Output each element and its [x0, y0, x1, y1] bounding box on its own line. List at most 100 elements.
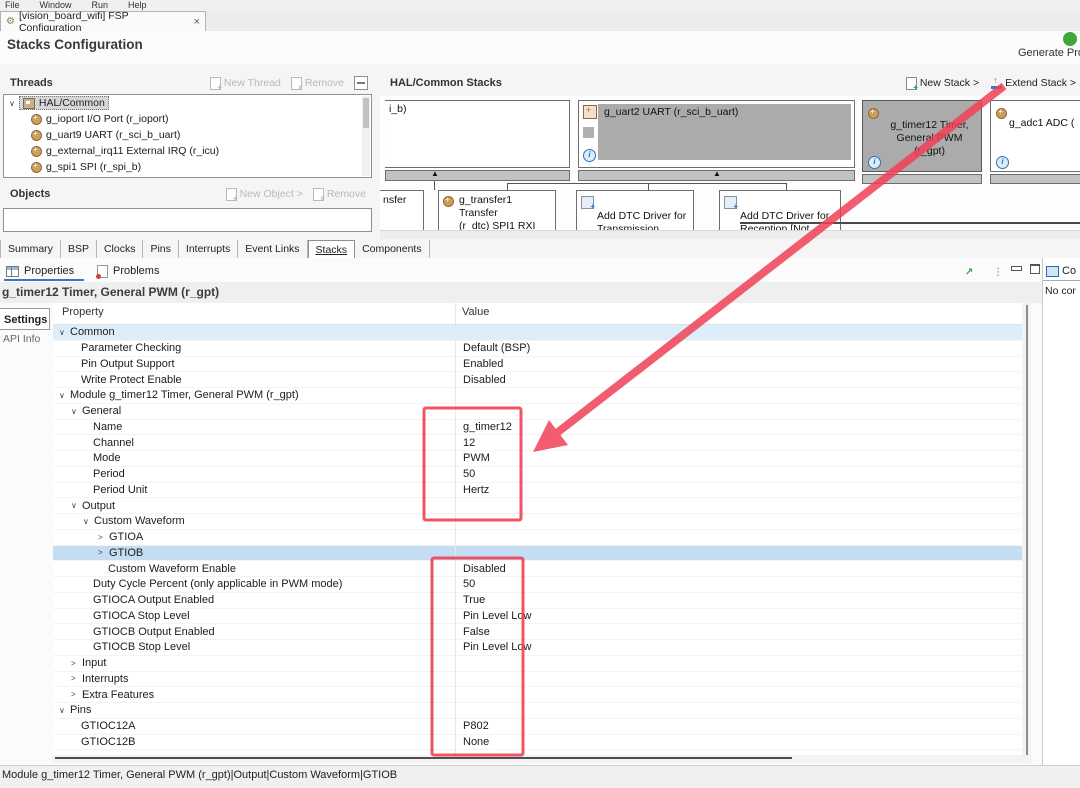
close-icon[interactable]: ×	[194, 16, 200, 28]
property-vscrollbar-thumb[interactable]	[1026, 305, 1028, 755]
collapse-icon[interactable]: ∨	[9, 99, 15, 108]
new-stack-button[interactable]: New Stack >	[906, 77, 979, 90]
menu-file[interactable]: File	[5, 0, 20, 10]
property-value[interactable]: Disabled	[456, 374, 506, 386]
side-tab-api-info[interactable]: API Info	[3, 333, 40, 345]
sub-stack-block-add-dtc-rx[interactable]: Add DTC Driver for Reception [Not	[719, 190, 841, 234]
config-tab-summary[interactable]: Summary	[0, 240, 61, 258]
property-value[interactable]: g_timer12	[456, 421, 512, 433]
config-tab-bsp[interactable]: BSP	[61, 240, 97, 258]
scrollbar-thumb[interactable]	[363, 98, 369, 128]
expand-icon[interactable]: >	[98, 548, 106, 557]
config-tab-stacks[interactable]: Stacks	[308, 240, 356, 258]
property-value[interactable]: 50	[456, 468, 475, 480]
expand-icon[interactable]: >	[98, 533, 106, 542]
info-icon[interactable]	[583, 149, 596, 162]
new-thread-button[interactable]: New Thread	[210, 77, 281, 90]
property-row[interactable]: Parameter CheckingDefault (BSP)	[53, 341, 1031, 357]
thread-stack-item[interactable]: g_ioport I/O Port (r_ioport)	[4, 111, 371, 127]
property-value[interactable]: 12	[456, 437, 475, 449]
expand-icon[interactable]: >	[71, 659, 79, 668]
connector-triangle[interactable]: ▲	[431, 169, 439, 179]
property-row[interactable]: GTIOCB Output EnabledFalse	[53, 624, 1031, 640]
property-row[interactable]: GTIOC12AP802	[53, 719, 1031, 735]
sub-stack-block-add-dtc-tx[interactable]: Add DTC Driver for Transmission	[576, 190, 694, 234]
property-value[interactable]: PWM	[456, 452, 490, 464]
property-row[interactable]: ∨Common	[53, 325, 1031, 341]
property-row[interactable]: ∨Custom Waveform	[53, 514, 1031, 530]
property-value[interactable]: 50	[456, 578, 475, 590]
collapse-icon[interactable]: ∨	[59, 706, 67, 715]
menu-run[interactable]: Run	[92, 0, 109, 10]
thread-stack-item[interactable]: g_spi1 SPI (r_spi_b)	[4, 159, 371, 175]
property-row[interactable]: Period50	[53, 467, 1031, 483]
property-row[interactable]: >Interrupts	[53, 672, 1031, 688]
property-row[interactable]: Channel12	[53, 435, 1031, 451]
property-value[interactable]: Default (BSP)	[456, 342, 530, 354]
remove-thread-button[interactable]: Remove	[291, 77, 344, 90]
connector-triangle[interactable]: ▲	[713, 169, 721, 179]
config-tab-event-links[interactable]: Event Links	[238, 240, 307, 258]
console-tab-label[interactable]: Co	[1062, 265, 1076, 277]
property-value[interactable]: Pin Level Low	[456, 610, 532, 622]
config-tab-clocks[interactable]: Clocks	[97, 240, 144, 258]
property-row[interactable]: ModePWM	[53, 451, 1031, 467]
generate-project-label[interactable]: Generate Pro	[1018, 47, 1080, 59]
property-value[interactable]: None	[456, 736, 489, 748]
collapse-icon[interactable]: ∨	[71, 407, 79, 416]
stack-block-partial[interactable]: i_b)	[385, 100, 570, 168]
stack-block-g-uart2[interactable]: g_uart2 UART (r_sci_b_uart)	[578, 100, 855, 168]
menu-window[interactable]: Window	[40, 0, 72, 10]
editor-tab-fsp-configuration[interactable]: ⚙ [vision_board_wifi] FSP Configuration …	[0, 11, 206, 31]
property-row[interactable]: GTIOC12BNone	[53, 735, 1031, 751]
side-tab-settings[interactable]: Settings	[0, 308, 50, 330]
property-hscrollbar-thumb[interactable]	[55, 757, 792, 759]
thread-root-hal-common[interactable]: ∨ HAL/Common	[4, 95, 371, 111]
property-value[interactable]: Enabled	[456, 358, 503, 370]
property-value[interactable]: True	[456, 594, 485, 606]
property-row[interactable]: >GTIOA	[53, 530, 1031, 546]
config-tab-pins[interactable]: Pins	[143, 240, 178, 258]
stack-block-g-adc1[interactable]: g_adc1 ADC (	[990, 100, 1080, 172]
expand-icon[interactable]: >	[71, 690, 79, 699]
stack-block-g-timer12[interactable]: g_timer12 Timer, General PWM (r_gpt)	[862, 100, 982, 172]
generate-project-icon[interactable]	[1063, 32, 1077, 46]
property-row[interactable]: ∨Output	[53, 498, 1031, 514]
property-row[interactable]: ∨General	[53, 404, 1031, 420]
new-object-button[interactable]: New Object >	[226, 188, 303, 201]
sub-stack-block-partial[interactable]: nsfer	[380, 190, 424, 234]
thread-stack-item[interactable]: g_uart9 UART (r_sci_b_uart)	[4, 127, 371, 143]
thread-stack-item[interactable]: g_external_irq11 External IRQ (r_icu)	[4, 143, 371, 159]
stacks-hscrollbar[interactable]	[380, 230, 1080, 239]
info-icon[interactable]	[996, 156, 1009, 169]
property-row[interactable]: Duty Cycle Percent (only applicable in P…	[53, 577, 1031, 593]
column-header-property[interactable]: Property	[62, 306, 104, 318]
info-icon[interactable]	[868, 156, 881, 169]
property-row[interactable]: Write Protect EnableDisabled	[53, 372, 1031, 388]
collapse-icon[interactable]: ∨	[59, 328, 67, 337]
column-header-value[interactable]: Value	[462, 306, 489, 318]
property-value[interactable]: False	[456, 626, 490, 638]
column-divider[interactable]	[455, 303, 456, 763]
stacks-hscrollbar-thumb[interactable]	[740, 222, 1080, 224]
property-row[interactable]: >Extra Features	[53, 687, 1031, 703]
property-row[interactable]: ∨Pins	[53, 703, 1031, 719]
property-value[interactable]: Pin Level Low	[456, 641, 532, 653]
minimize-icon[interactable]	[1010, 262, 1022, 274]
collapse-icon[interactable]: ∨	[71, 501, 79, 510]
property-row[interactable]: GTIOCA Output EnabledTrue	[53, 593, 1031, 609]
config-tab-components[interactable]: Components	[355, 240, 430, 258]
link-with-editor-icon[interactable]	[965, 262, 977, 274]
property-row[interactable]: Nameg_timer12	[53, 420, 1031, 436]
property-row[interactable]: GTIOCA Stop LevelPin Level Low	[53, 609, 1031, 625]
collapse-all-icon[interactable]	[354, 76, 368, 90]
property-row[interactable]: Custom Waveform EnableDisabled	[53, 561, 1031, 577]
property-row[interactable]: Pin Output SupportEnabled	[53, 357, 1031, 373]
remove-object-button[interactable]: Remove	[313, 188, 366, 201]
property-row[interactable]: >GTIOB	[53, 546, 1031, 562]
property-value[interactable]: Disabled	[456, 563, 506, 575]
threads-scrollbar[interactable]	[362, 96, 370, 176]
property-hscrollbar[interactable]	[53, 755, 1031, 763]
config-tab-interrupts[interactable]: Interrupts	[179, 240, 238, 258]
property-value[interactable]: Hertz	[456, 484, 489, 496]
